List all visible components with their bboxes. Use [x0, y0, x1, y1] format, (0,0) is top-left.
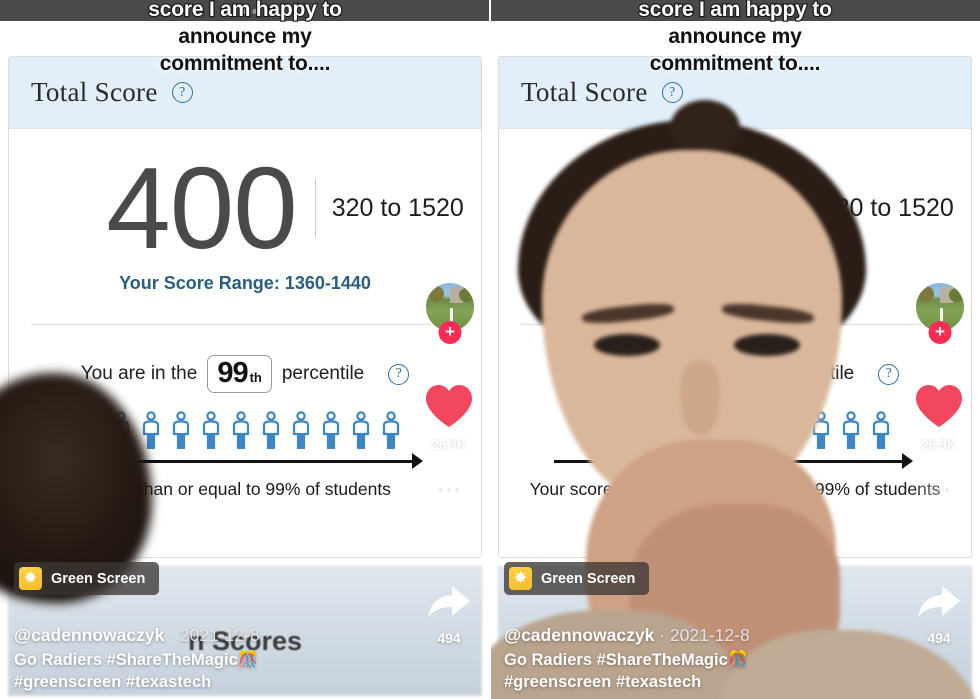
comment-icon	[429, 473, 469, 511]
caption-line-1: score I am happy to	[147, 0, 343, 22]
like-count: 26.3K	[921, 437, 957, 452]
percentile-axis	[64, 453, 423, 469]
person-figure-icon	[382, 411, 400, 449]
share-count: 494	[437, 630, 461, 646]
percentile-ordinal-suffix: th	[249, 370, 262, 385]
eye-right	[734, 334, 800, 356]
caption-line-3: commitment to....	[159, 52, 331, 75]
caption-line-3: commitment to....	[649, 52, 821, 75]
person-figure-icon	[112, 411, 130, 449]
divider	[31, 324, 459, 325]
sparkle-icon: ✸	[509, 567, 532, 590]
percentile-footer-text: gher than or equal to 99% of students	[99, 479, 391, 499]
share-arrow-icon	[428, 586, 470, 618]
percentile-prefix: You are in the	[80, 363, 198, 384]
question-mark-icon[interactable]: ?	[388, 363, 410, 385]
green-screen-label: Green Screen	[51, 570, 146, 587]
score-scale-range: 320 to 1520	[331, 194, 464, 222]
description-line-1: Go Radiers #ShareTheMagic🎊	[504, 651, 749, 669]
green-screen-badge[interactable]: ✸ Green Screen	[504, 562, 650, 595]
score-card: Total Score ? 400 320 to 1520 Your Score…	[8, 56, 482, 558]
description-line-2: #greenscreen #texastech	[14, 673, 212, 691]
percentile-number: 99	[217, 357, 248, 389]
avatar[interactable]: +	[914, 281, 966, 344]
video-caption: score I am happy to announce my commitme…	[0, 0, 490, 77]
author-handle-text: @cadennowaczyk	[14, 625, 165, 645]
video-description: Go Radiers #ShareTheMagic🎊 #greenscreen …	[504, 649, 904, 693]
percentile-line: You are in the 99 th percentile ?	[9, 355, 481, 393]
sparkle-icon: ✸	[19, 567, 42, 590]
page-title: Total Score	[31, 77, 158, 107]
person-figure-icon	[232, 411, 250, 449]
comment-icon	[919, 473, 959, 511]
axis-line	[64, 460, 421, 463]
axis-arrow-icon	[412, 453, 423, 469]
video-frame-right[interactable]: score I am happy to announce my commitme…	[490, 0, 980, 699]
question-mark-icon[interactable]: ?	[171, 82, 193, 103]
person-figure-icon	[142, 411, 160, 449]
frame-divider	[489, 0, 491, 699]
author-handle-text: @cadennowaczyk	[504, 625, 655, 645]
follow-button[interactable]: +	[928, 321, 952, 344]
share-arrow-icon	[918, 586, 960, 618]
score-row: 400 320 to 1520	[9, 129, 481, 279]
like-button[interactable]: 26.3K	[421, 382, 477, 452]
percentile-word: percentile	[281, 363, 365, 384]
video-frame-left[interactable]: score I am happy to announce my commitme…	[0, 0, 490, 699]
video-description: Go Radiers #ShareTheMagic🎊 #greenscreen …	[14, 649, 414, 693]
share-button[interactable]: 494	[421, 582, 477, 646]
video-meta: @cadennowaczyk · 2021-12-8 Go Radiers #S…	[504, 625, 904, 693]
video-caption: score I am happy to announce my commitme…	[490, 0, 980, 77]
post-date: · 2021-12-8	[654, 625, 750, 645]
green-screen-badge[interactable]: ✸ Green Screen	[14, 562, 160, 595]
question-mark-icon[interactable]: ?	[661, 82, 683, 103]
person-figure-icon	[262, 411, 280, 449]
share-button[interactable]: 494	[911, 582, 967, 646]
person-figure-icon	[352, 411, 370, 449]
person-figure-icon	[172, 411, 190, 449]
description-line-2: #greenscreen #texastech	[504, 673, 702, 691]
comment-button[interactable]	[421, 470, 477, 519]
total-score-value: 400	[106, 143, 298, 273]
author-handle[interactable]: @cadennowaczyk · 2021-12-8	[504, 625, 904, 646]
nose	[680, 360, 720, 436]
heart-icon	[916, 385, 962, 427]
percentile-badge: 99 th	[207, 355, 272, 393]
caption-line-2: announce my	[668, 25, 802, 48]
like-button[interactable]: 26.3K	[911, 382, 967, 452]
caption-line-1: score I am happy to	[637, 0, 833, 22]
follow-button[interactable]: +	[438, 321, 462, 344]
person-figure-icon	[322, 411, 340, 449]
share-count: 494	[927, 630, 951, 646]
hair-bun	[670, 100, 740, 156]
heart-icon	[426, 385, 472, 427]
page-title: Total Score	[521, 77, 648, 107]
green-screen-label: Green Screen	[541, 570, 636, 587]
video-meta: @cadennowaczyk · 2021-12-8 Go Radiers #S…	[14, 625, 414, 693]
eye-left	[594, 334, 660, 356]
divider	[314, 179, 316, 237]
caption-line-2: announce my	[178, 25, 312, 48]
avatar[interactable]: +	[424, 281, 476, 344]
description-line-1: Go Radiers #ShareTheMagic🎊	[14, 651, 259, 669]
comment-button[interactable]	[911, 470, 967, 519]
people-figures-group	[9, 411, 481, 449]
author-handle[interactable]: @cadennowaczyk · 2021-12-8	[14, 625, 414, 646]
tiktok-side-by-side-video: score I am happy to announce my commitme…	[0, 0, 980, 699]
post-date: · 2021-12-8	[164, 625, 260, 645]
like-count: 26.3K	[431, 437, 467, 452]
person-figure-icon	[202, 411, 220, 449]
person-figure-icon	[292, 411, 310, 449]
